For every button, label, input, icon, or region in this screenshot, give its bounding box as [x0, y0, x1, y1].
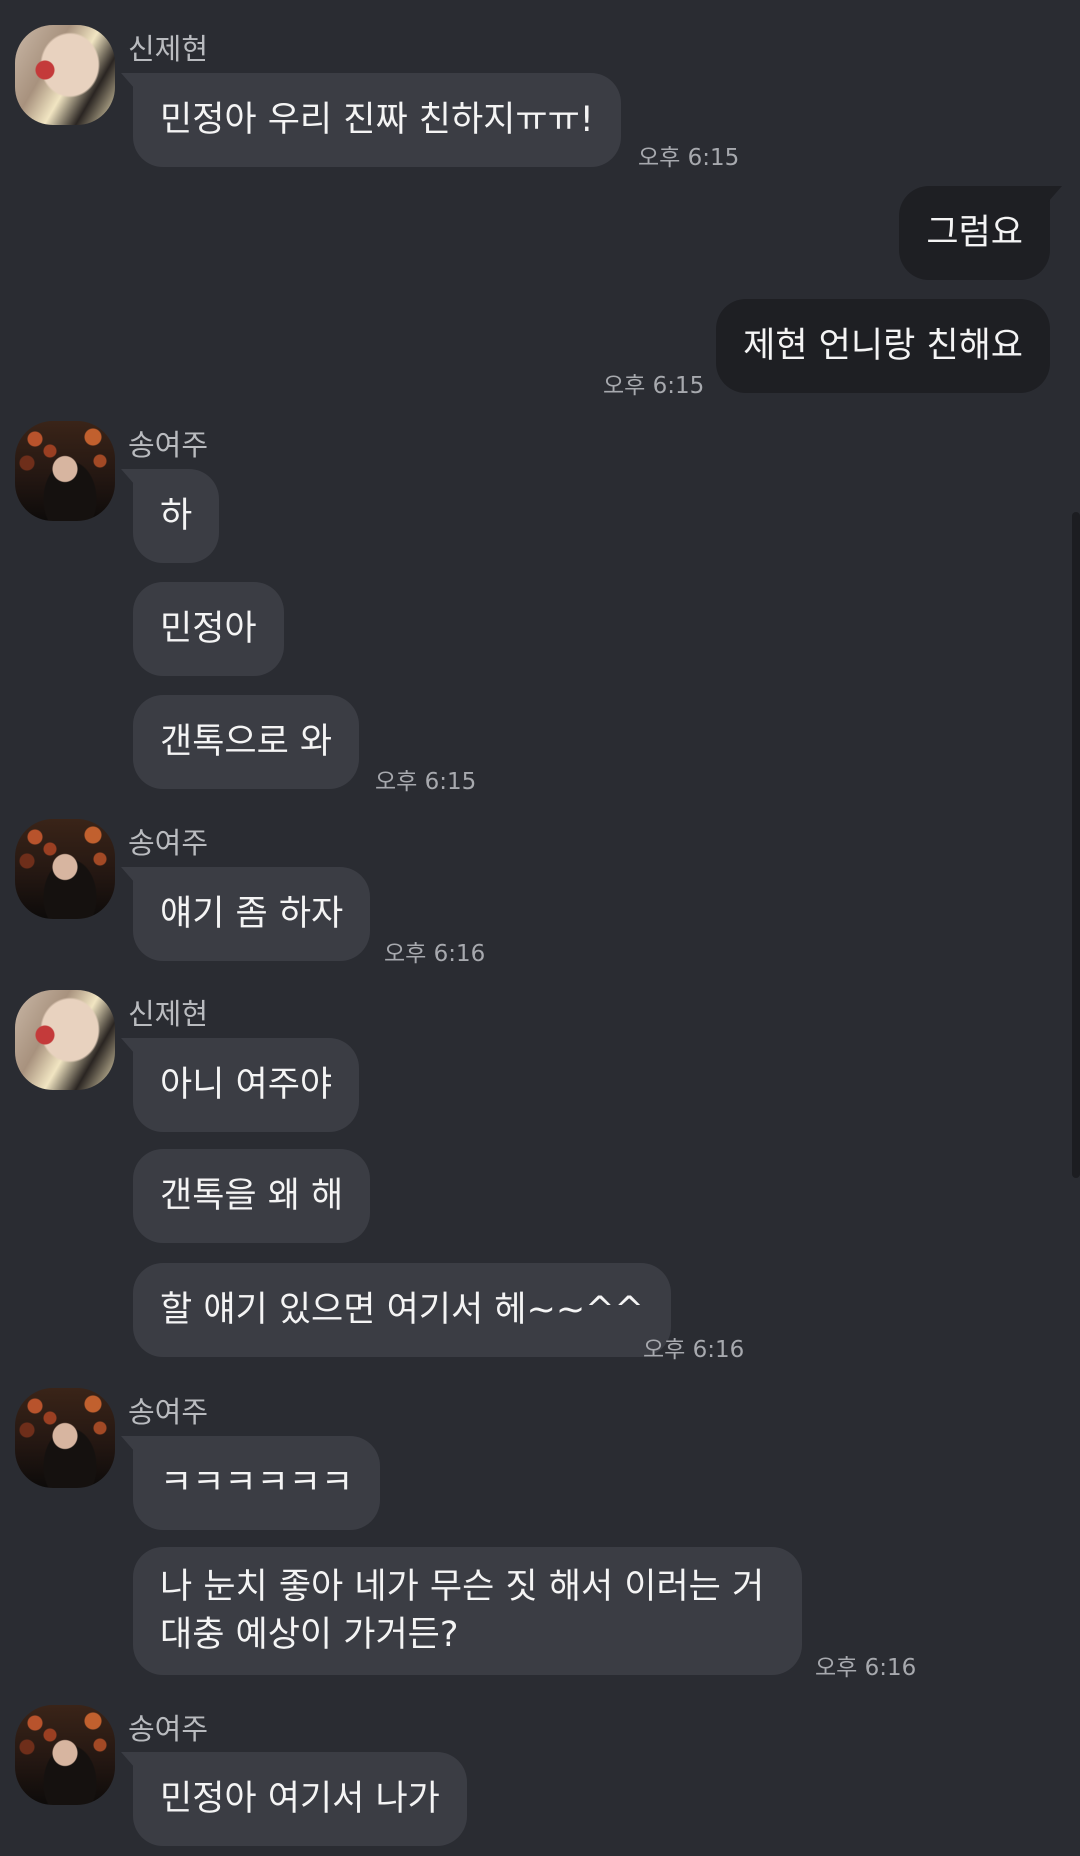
scrollbar[interactable]	[1072, 512, 1080, 1178]
sender-name: 신제현	[128, 32, 209, 66]
message-text: 할 얘기 있으면 여기서 헤~~^^	[160, 1290, 644, 1330]
message-time: 오후 6:15	[375, 769, 477, 795]
message-time: 오후 6:16	[643, 1337, 745, 1363]
message-bubble[interactable]: 민정아 우리 진짜 친하지ㅠㅠ!	[121, 73, 621, 167]
message-text: 갠톡을 왜 해	[160, 1176, 344, 1216]
message-bubble[interactable]: 얘기 좀 하자	[120, 867, 371, 961]
sent-message-bubble[interactable]: 제현 언니랑 친해요	[716, 299, 1050, 393]
message-bubble[interactable]: 하	[120, 469, 220, 563]
message-text: 민정아 여기서 나가	[160, 1779, 440, 1819]
message-bubble[interactable]: 할 얘기 있으면 여기서 헤~~^^	[133, 1263, 671, 1357]
message-text: 하	[160, 496, 193, 536]
message-text: 갠톡으로 와	[160, 722, 333, 762]
sender-name: 신제현	[128, 997, 209, 1031]
avatar-song-yeoju[interactable]	[15, 1705, 115, 1805]
message-text: 민정아 우리 진짜 친하지ㅠㅠ!	[160, 100, 594, 140]
avatar-shin-jehyun[interactable]	[15, 990, 115, 1090]
sender-name: 송여주	[128, 1712, 209, 1746]
message-text: 얘기 좀 하자	[160, 894, 344, 934]
message-text: 나 눈치 좋아 네가 무슨 짓 해서 이러는 거 대충 예상이 가거든?	[160, 1567, 765, 1655]
avatar-song-yeoju[interactable]	[15, 421, 115, 521]
message-text: ㅋㅋㅋㅋㅋㅋ	[160, 1463, 354, 1503]
sender-name: 송여주	[128, 826, 209, 860]
message-text: 아니 여주야	[160, 1065, 333, 1105]
sender-name: 송여주	[128, 428, 209, 462]
message-bubble[interactable]: 나 눈치 좋아 네가 무슨 짓 해서 이러는 거 대충 예상이 가거든?	[133, 1547, 802, 1675]
message-bubble[interactable]: 민정아 여기서 나가	[121, 1752, 467, 1846]
message-time: 오후 6:16	[384, 941, 486, 967]
message-bubble[interactable]: 민정아	[133, 582, 284, 676]
message-text: 민정아	[160, 609, 257, 649]
sent-message-bubble[interactable]: 그럼요	[899, 186, 1062, 280]
message-time: 오후 6:16	[815, 1655, 917, 1681]
message-time: 오후 6:15	[603, 373, 705, 399]
message-bubble[interactable]: 아니 여주야	[120, 1038, 360, 1132]
message-bubble[interactable]: 갠톡으로 와	[133, 695, 360, 789]
message-text: 제현 언니랑 친해요	[743, 326, 1023, 366]
avatar-shin-jehyun[interactable]	[15, 25, 115, 125]
avatar-song-yeoju[interactable]	[15, 1388, 115, 1488]
message-bubble[interactable]: ㅋㅋㅋㅋㅋㅋ	[120, 1436, 381, 1530]
message-bubble[interactable]: 갠톡을 왜 해	[133, 1149, 371, 1243]
message-time: 오후 6:15	[638, 145, 740, 171]
sender-name: 송여주	[128, 1395, 209, 1429]
avatar-song-yeoju[interactable]	[15, 819, 115, 919]
message-text: 그럼요	[926, 213, 1023, 253]
